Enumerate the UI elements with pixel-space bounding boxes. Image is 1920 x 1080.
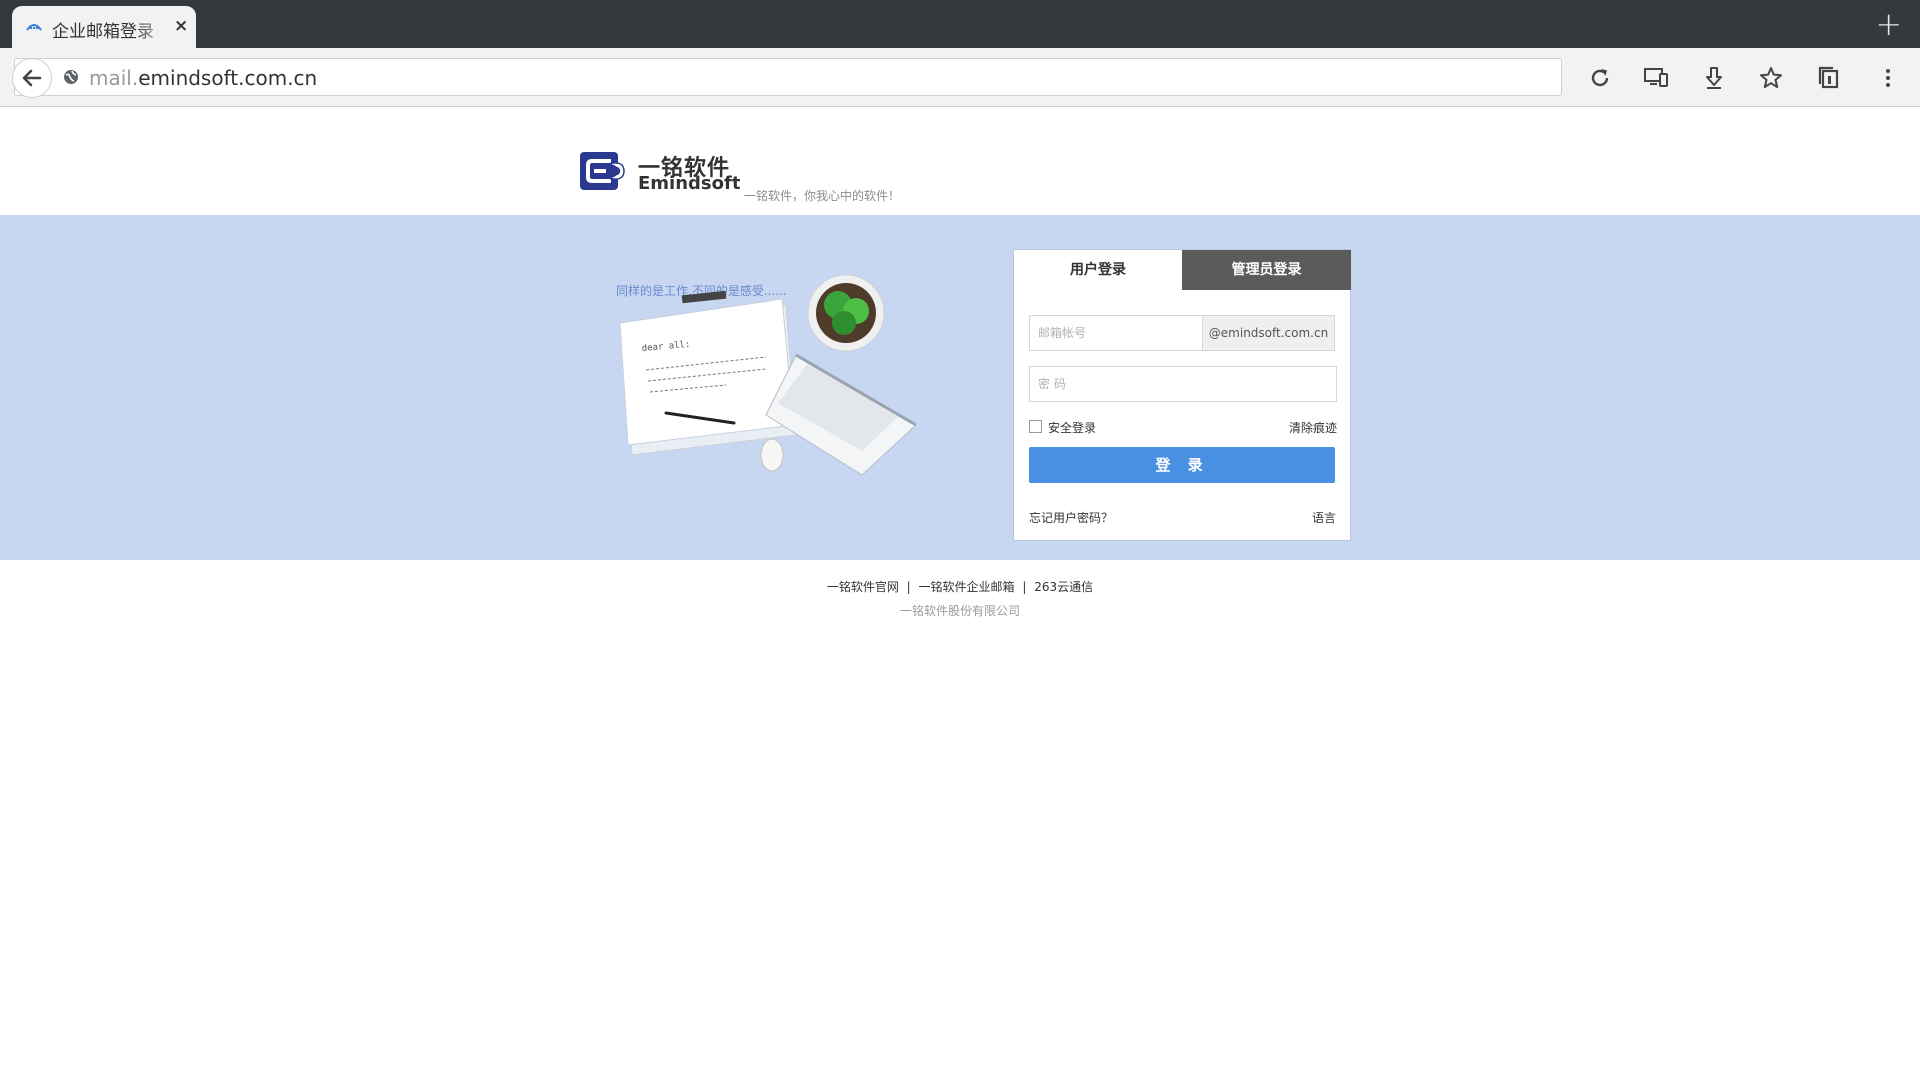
footer-link-mail[interactable]: 一铭软件企业邮箱 [919,580,1015,594]
email-domain-suffix: @emindsoft.com.cn [1202,316,1334,350]
desk-illustration: dear all: [619,275,916,476]
footer-separator: | [1022,580,1027,594]
tab-user-login[interactable]: 用户登录 [1014,250,1182,290]
page-header: 一铭软件 Emindsoft 一铭软件，你我心中的软件！ [0,107,1920,215]
footer-separator: | [906,580,911,594]
email-field-group: @emindsoft.com.cn [1029,315,1335,351]
login-button[interactable]: 登 录 [1029,447,1335,483]
browser-tab-bar: 企业邮箱登录 × + [0,0,1920,48]
login-panel: 用户登录 管理员登录 @emindsoft.com.cn 安全登录 清除痕迹 登… [1013,249,1351,541]
language-link[interactable]: 语言 [1312,509,1336,526]
laptop-image [765,353,916,476]
download-icon[interactable] [1700,64,1728,92]
footer-copyright: 一铭软件股份有限公司 [899,604,1020,618]
browser-tab-active[interactable]: 企业邮箱登录 × [12,6,196,48]
tab-admin-login[interactable]: 管理员登录 [1182,250,1351,290]
emindsoft-logo-icon [580,152,625,190]
back-button[interactable] [12,58,52,98]
new-tab-button[interactable]: + [1875,6,1902,42]
reload-icon[interactable] [1586,64,1614,92]
footer-links: 一铭软件官网 | 一铭软件企业邮箱 | 263云通信 [0,578,1920,595]
paper-note-image: dear all: [619,290,797,456]
potted-plant-image [807,275,885,352]
mail-favicon-icon [26,24,42,31]
secure-login-label[interactable]: 安全登录 [1048,419,1096,436]
logo-english-text: Emindsoft [638,173,741,194]
clear-trace-link[interactable]: 清除痕迹 [1289,419,1337,436]
footer-link-official[interactable]: 一铭软件官网 [827,580,899,594]
email-input[interactable] [1030,316,1202,350]
browser-toolbar: mail.emindsoft.com.cn [0,48,1920,107]
tab-switcher-icon[interactable] [1815,64,1843,92]
login-banner: 同样的是工作,不同的是感受...... dear all: 用户登录 管理员登录… [0,215,1920,560]
desktop-site-icon[interactable] [1642,64,1670,92]
tab-title-fade [136,14,172,40]
slogan: 一铭软件，你我心中的软件！ [744,189,901,203]
arrow-left-icon [22,69,42,87]
password-field-group [1029,366,1337,402]
more-menu-icon[interactable] [1874,64,1902,92]
mouse-image [760,438,784,472]
password-input[interactable] [1030,367,1336,401]
site-info-icon[interactable] [63,69,79,85]
bookmark-star-icon[interactable] [1757,64,1785,92]
url-domain: emindsoft.com.cn [138,66,318,90]
url-subdomain: mail. [89,66,139,90]
tab-close-icon[interactable]: × [174,16,188,36]
address-bar[interactable]: mail.emindsoft.com.cn [14,58,1562,96]
url-text[interactable]: mail.emindsoft.com.cn [89,66,317,90]
forgot-password-link[interactable]: 忘记用户密码？ [1029,509,1113,526]
secure-login-checkbox[interactable] [1029,420,1042,433]
options-row: 安全登录 清除痕迹 [1029,418,1337,436]
footer-link-263[interactable]: 263云通信 [1034,580,1093,594]
